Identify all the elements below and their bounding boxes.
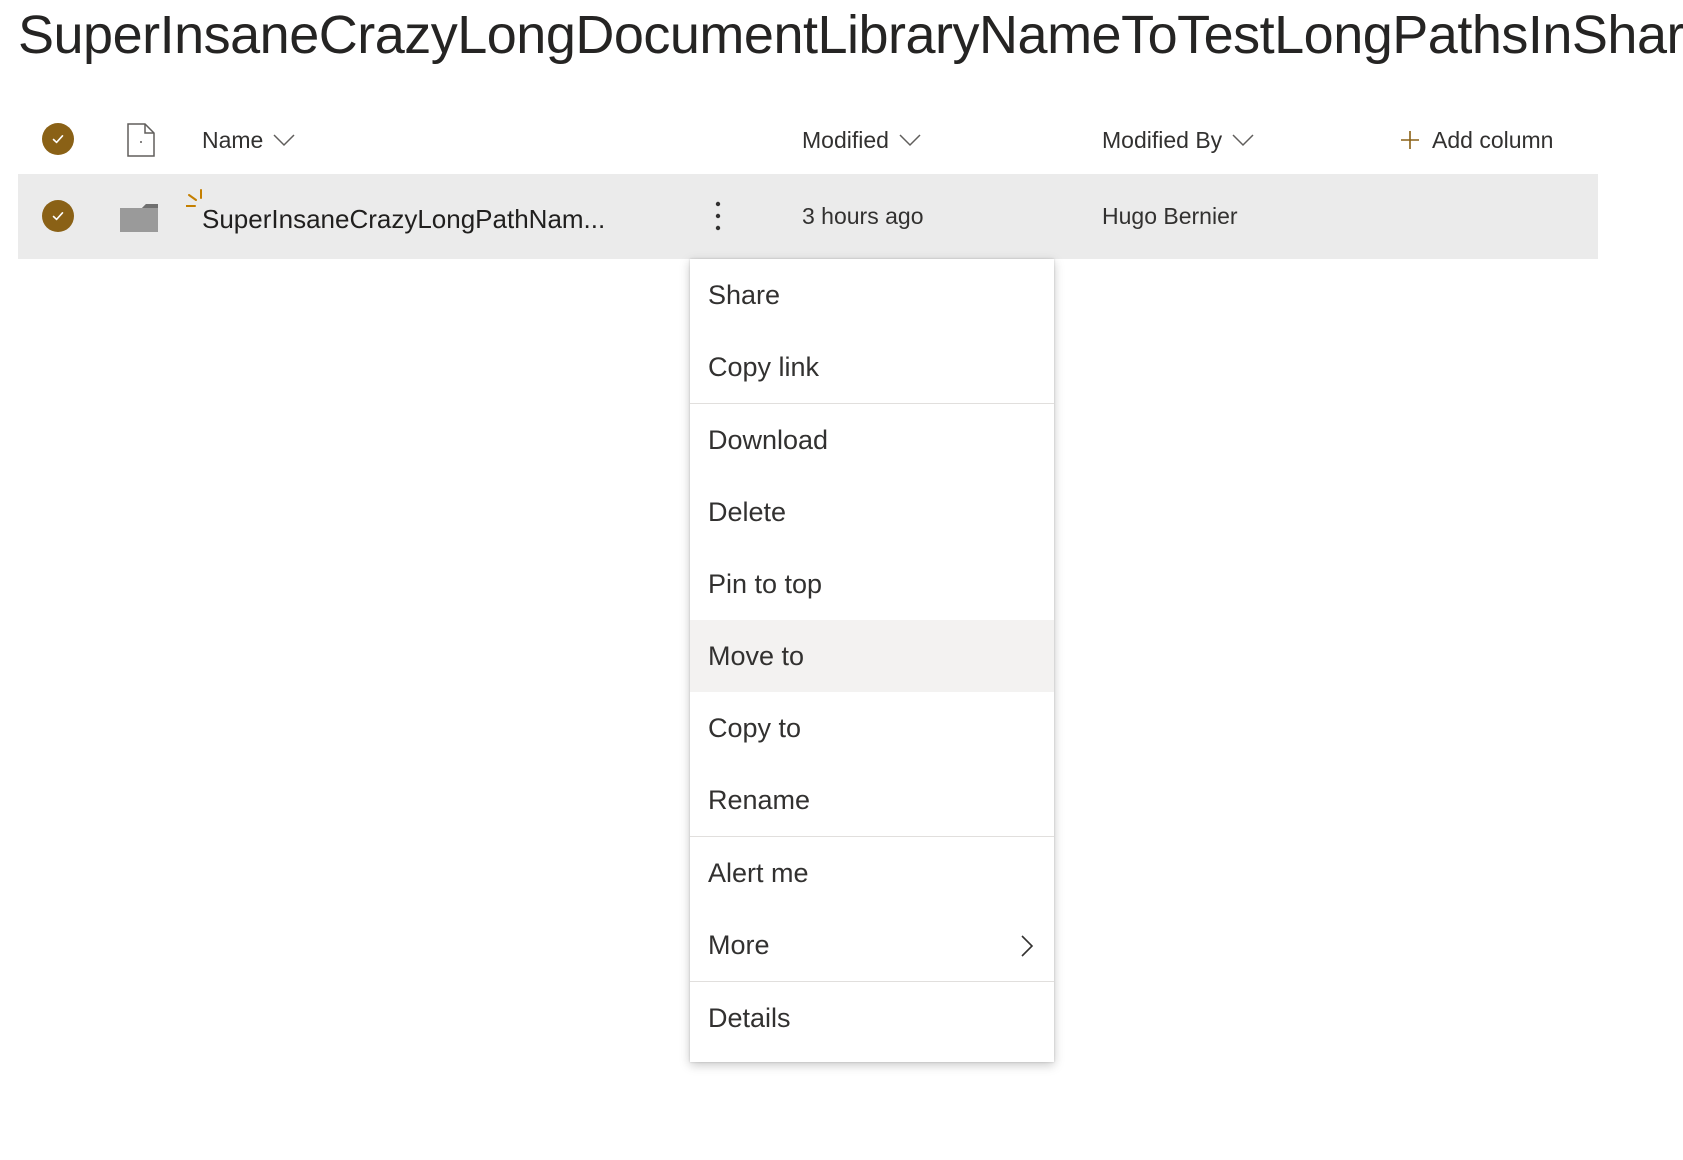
menu-item-label: Alert me [708,858,809,888]
menu-item-label: Copy link [708,352,820,382]
add-column-label: Add column [1432,127,1554,153]
chevron-down-icon [1232,134,1254,147]
more-actions-icon[interactable] [708,198,728,234]
column-header-modified[interactable]: Modified [802,105,921,175]
select-all-checkbox[interactable] [42,123,74,155]
column-header-modified-by[interactable]: Modified By [1102,105,1254,175]
folder-icon [120,204,158,232]
item-modified-date: 3 hours ago [802,203,924,229]
chevron-down-icon [899,134,921,147]
menu-item-label: Details [708,1003,791,1033]
menu-item-details[interactable]: Details [690,982,1054,1054]
chevron-down-icon [273,134,295,147]
column-header-modified-by-label: Modified By [1102,127,1223,153]
column-header-modified-label: Modified [802,127,889,153]
menu-item-move-to[interactable]: Move to [690,620,1054,692]
menu-item-label: Share [708,280,781,310]
menu-item-label: Pin to top [708,569,823,599]
checkmark-icon [52,135,64,144]
document-library-page: SuperInsaneCrazyLongDocumentLibraryNameT… [0,0,1683,1160]
menu-item-alert-me[interactable]: Alert me [690,837,1054,909]
menu-item-label: Copy to [708,713,802,743]
library-title: SuperInsaneCrazyLongDocumentLibraryNameT… [18,5,1683,65]
item-context-menu: Share Copy link Download Delete Pin to t… [690,259,1054,1062]
list-header-row: Name Modified Modified By Add column [18,105,1598,175]
menu-item-label: Move to [708,641,805,671]
add-column-button[interactable]: Add column [1400,105,1553,175]
menu-item-more[interactable]: More [690,909,1054,981]
column-header-name-label: Name [202,127,264,153]
menu-item-copy-to[interactable]: Copy to [690,692,1054,764]
menu-item-delete[interactable]: Delete [690,476,1054,548]
table-row[interactable]: SuperInsaneCrazyLongPathNam... 3 hours a… [18,174,1598,259]
menu-item-label: More [708,930,770,960]
column-header-name[interactable]: Name [202,105,295,175]
menu-item-copy-link[interactable]: Copy link [690,331,1054,403]
checkmark-icon [52,212,64,221]
menu-item-rename[interactable]: Rename [690,764,1054,836]
menu-item-pin-to-top[interactable]: Pin to top [690,548,1054,620]
menu-item-label: Rename [708,785,811,815]
menu-item-label: Delete [708,497,787,527]
file-type-header-icon[interactable] [126,123,156,157]
item-name-link[interactable]: SuperInsaneCrazyLongPathNam... [202,174,605,259]
item-modified-by: Hugo Bernier [1102,203,1238,229]
plus-icon [1401,131,1419,149]
menu-item-download[interactable]: Download [690,404,1054,476]
menu-item-share[interactable]: Share [690,259,1054,331]
row-checkbox[interactable] [42,200,74,232]
chevron-right-icon [1021,935,1034,957]
menu-item-label: Download [708,425,829,455]
